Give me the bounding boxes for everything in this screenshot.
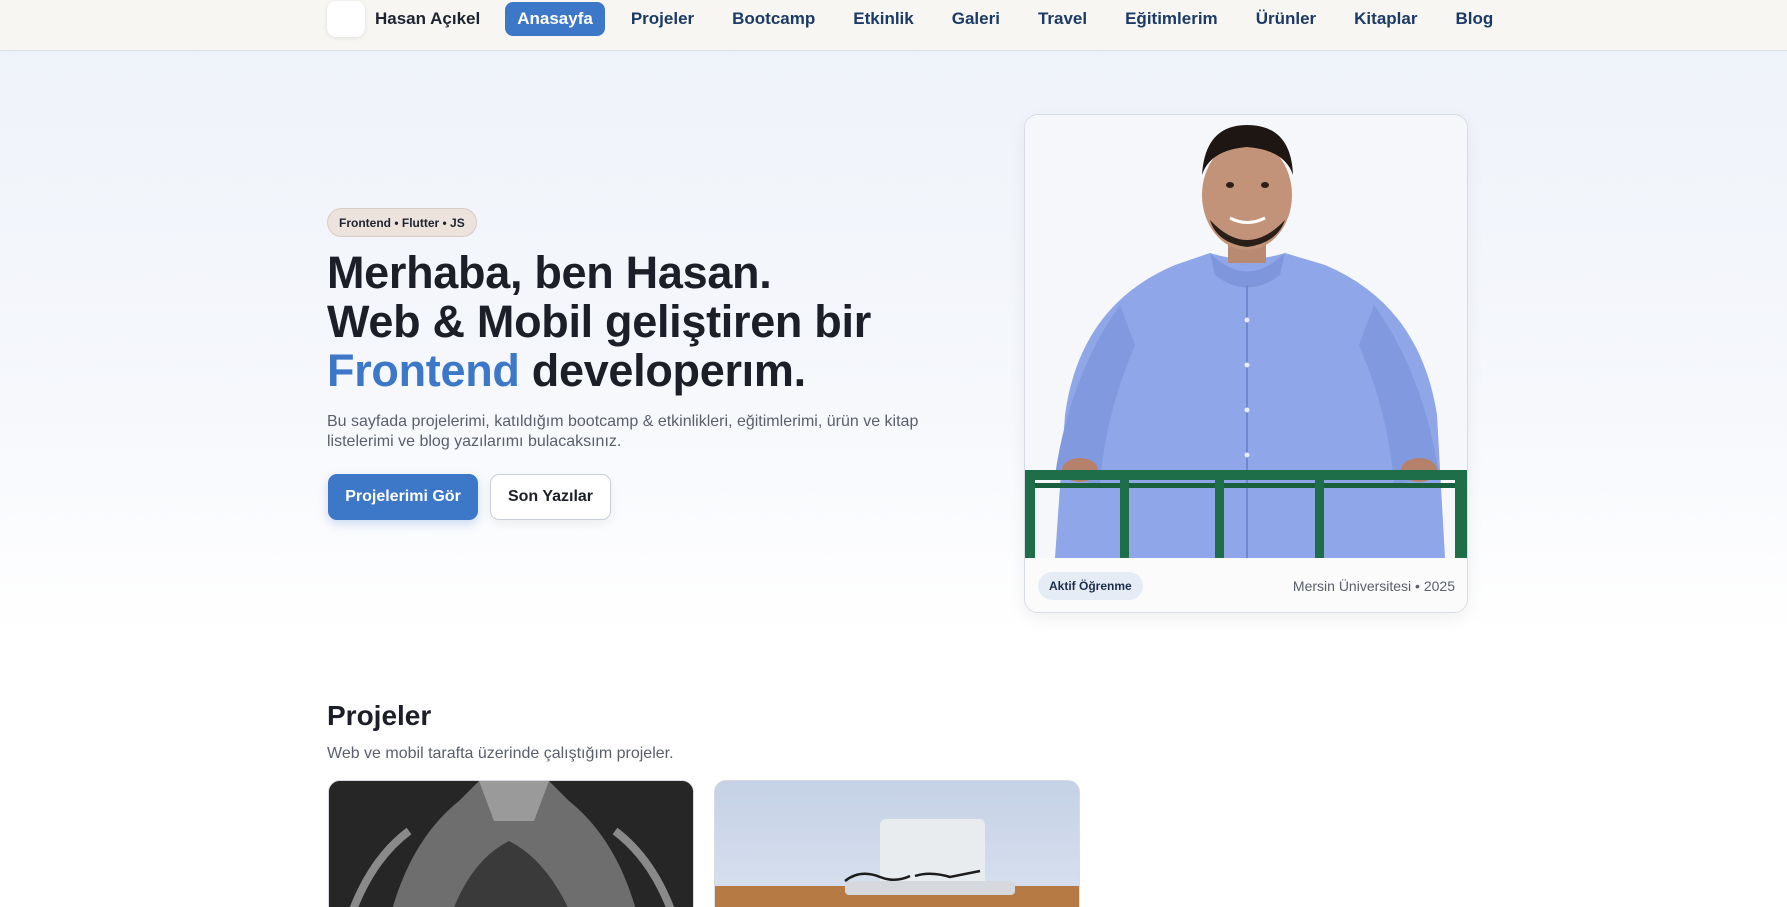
hero-title-line1: Merhaba, ben Hasan. [327, 247, 772, 298]
project-card-1[interactable] [328, 780, 694, 907]
nav-link-travel[interactable]: Travel [1026, 2, 1099, 36]
profile-card-footer: Aktif Öğrenme Mersin Üniversitesi • 2025 [1025, 558, 1467, 612]
profile-card: Aktif Öğrenme Mersin Üniversitesi • 2025 [1024, 114, 1468, 613]
hero-title-accent: Frontend [327, 345, 520, 396]
nav-link-urunler[interactable]: Ürünler [1244, 2, 1328, 36]
nav-link-galeri[interactable]: Galeri [940, 2, 1012, 36]
nav-link-projeler[interactable]: Projeler [619, 2, 706, 36]
hero-title-line2: Web & Mobil geliştiren bir [327, 296, 871, 347]
view-projects-button[interactable]: Projelerimi Gör [328, 474, 478, 520]
nav-link-anasayfa[interactable]: Anasayfa [505, 2, 605, 36]
project-image-architecture [329, 781, 693, 907]
logo-icon[interactable] [327, 1, 365, 37]
university-meta: Mersin Üniversitesi • 2025 [1292, 578, 1455, 594]
nav-link-bootcamp[interactable]: Bootcamp [720, 2, 827, 36]
nav-link-kitaplar[interactable]: Kitaplar [1342, 2, 1429, 36]
hero-title-rest: developerım. [519, 345, 806, 396]
project-image-laptop [715, 781, 1079, 907]
nav-link-etkinlik[interactable]: Etkinlik [841, 2, 925, 36]
brand-name[interactable]: Hasan Açıkel [375, 9, 480, 29]
latest-posts-button[interactable]: Son Yazılar [490, 474, 611, 520]
projects-section-subtitle: Web ve mobil tarafta üzerinde çalıştığım… [327, 745, 674, 762]
nav-link-blog[interactable]: Blog [1443, 2, 1505, 36]
hero-description: Bu sayfada projelerimi, katıldığım bootc… [327, 413, 919, 450]
nav-inner: Hasan Açıkel Anasayfa Projeler Bootcamp … [327, 0, 1519, 38]
profile-photo [1025, 115, 1467, 558]
projects-section-title: Projeler [327, 700, 432, 731]
nav-link-egitimlerim[interactable]: Eğitimlerim [1113, 2, 1230, 36]
project-card-2[interactable] [714, 780, 1080, 907]
hero-tech-badge: Frontend • Flutter • JS [327, 208, 477, 237]
active-learning-chip: Aktif Öğrenme [1038, 572, 1143, 600]
hero-title: Merhaba, ben Hasan. Web & Mobil geliştir… [327, 248, 1027, 395]
top-navbar: Hasan Açıkel Anasayfa Projeler Bootcamp … [0, 0, 1787, 51]
